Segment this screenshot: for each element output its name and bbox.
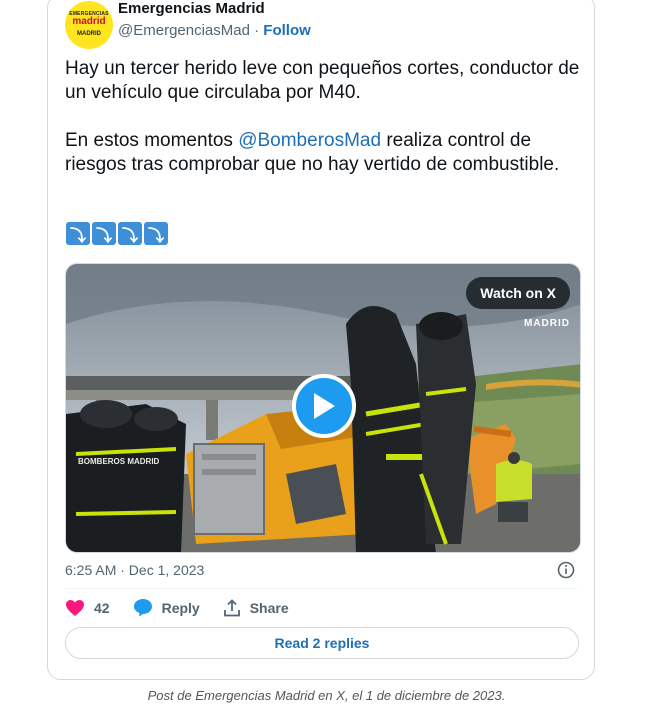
account-name[interactable]: Emergencias Madrid: [118, 0, 265, 17]
like-button[interactable]: 42: [65, 599, 110, 617]
like-count: 42: [94, 599, 110, 616]
separator: ·: [254, 22, 260, 39]
watch-on-x-button[interactable]: Watch on X: [466, 277, 570, 309]
tweet-card: EMERGENCIAS madrid MADRID Emergencias Ma…: [47, 0, 595, 680]
share-label: Share: [249, 599, 289, 616]
play-button[interactable]: [292, 374, 356, 438]
arrow-emoji-row: ⤵ ⤵ ⤵ ⤵: [66, 222, 168, 245]
image-caption: Post de Emergencias Madrid en X, el 1 de…: [147, 688, 506, 703]
arrow-down-emoji-icon: ⤵: [92, 222, 116, 245]
arrow-down-emoji-icon: ⤵: [66, 222, 90, 245]
video-player[interactable]: BOMBEROS MADRID Watch on X MADRID: [65, 263, 581, 553]
arrow-down-emoji-icon: ⤵: [144, 222, 168, 245]
share-button[interactable]: Share: [223, 598, 289, 617]
reply-bubble-icon: [133, 599, 152, 617]
avatar[interactable]: EMERGENCIAS madrid MADRID: [65, 1, 113, 49]
tweet-paragraph-2: En estos momentos @BomberosMad realiza c…: [65, 129, 585, 177]
tweet-text-before-mention: En estos momentos: [65, 130, 239, 151]
arrow-down-emoji-icon: ⤵: [118, 222, 142, 245]
tweet-paragraph-1: Hay un tercer herido leve con pequeños c…: [65, 58, 580, 103]
play-icon: [314, 393, 335, 419]
reply-label: Reply: [161, 599, 200, 616]
handle-row: @EmergenciasMad · Follow: [118, 22, 311, 39]
tweet-timestamp[interactable]: 6:25 AM · Dec 1, 2023: [65, 562, 204, 578]
mention-link[interactable]: @BomberosMad: [238, 130, 381, 151]
account-handle[interactable]: @EmergenciasMad: [118, 22, 250, 39]
jacket-text: BOMBEROS MADRID: [78, 457, 160, 466]
follow-button[interactable]: Follow: [263, 22, 311, 39]
action-bar: 42 Reply Share: [65, 598, 312, 617]
info-icon[interactable]: [557, 561, 575, 579]
heart-icon: [66, 599, 84, 616]
avatar-text-main: madrid: [72, 16, 106, 27]
reply-button[interactable]: Reply: [133, 598, 200, 617]
read-replies-button[interactable]: Read 2 replies: [65, 627, 579, 659]
tweet-text: Hay un tercer herido leve con pequeños c…: [65, 57, 585, 177]
share-icon: [223, 598, 240, 616]
avatar-text-bottom: MADRID: [77, 31, 101, 37]
divider: [65, 588, 577, 589]
video-watermark: MADRID: [524, 318, 570, 329]
